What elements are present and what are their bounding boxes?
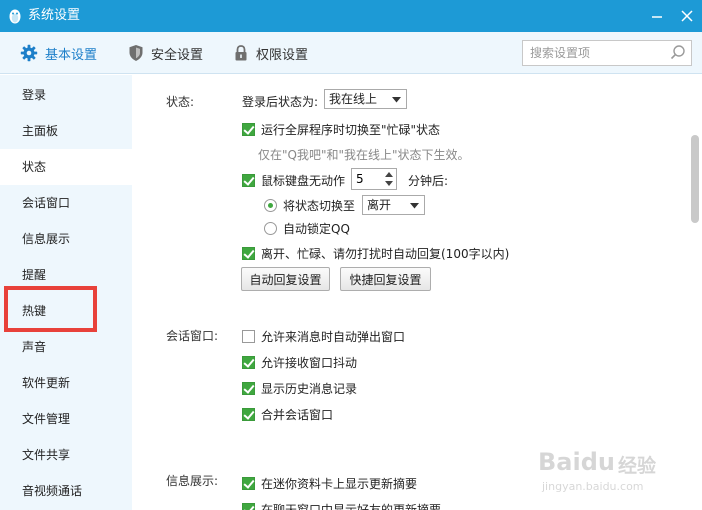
sidebar-item-reminder[interactable]: 提醒	[0, 257, 132, 293]
close-button[interactable]	[672, 0, 702, 32]
auto-reply-checkbox[interactable]	[242, 246, 255, 260]
title-bar: 系统设置	[0, 0, 702, 32]
chevron-down-icon	[410, 203, 419, 209]
tab-security-settings[interactable]: 安全设置	[128, 32, 203, 74]
sidebar-item-file-sharing[interactable]: 文件共享	[0, 437, 132, 473]
switch-status-value: 离开	[367, 198, 392, 212]
switch-status-select[interactable]: 离开	[362, 195, 425, 215]
sidebar-item-main-panel[interactable]: 主面板	[0, 113, 132, 149]
sidebar-item-software-update[interactable]: 软件更新	[0, 365, 132, 401]
section-label-info-display: 信息展示:	[166, 474, 219, 488]
minimize-button[interactable]	[642, 0, 672, 32]
tab-basic-settings-label: 基本设置	[45, 47, 98, 63]
stepper-up-icon[interactable]	[384, 170, 394, 179]
auto-lock-label: 自动锁定QQ	[283, 221, 350, 236]
auto-reply-label: 离开、忙碌、请勿打扰时自动回复(100字以内)	[261, 246, 510, 261]
login-status-label: 登录后状态为:	[242, 95, 319, 109]
fullscreen-busy-hint: 仅在"Q我吧"和"我在线上"状态下生效。	[258, 148, 470, 162]
switch-status-radio-row[interactable]: 将状态切换至	[264, 196, 355, 214]
show-history-label: 显示历史消息记录	[261, 381, 358, 396]
auto-popup-label: 允许来消息时自动弹出窗口	[261, 329, 406, 344]
section-label-status: 状态:	[166, 95, 195, 109]
merge-windows-label: 合并会话窗口	[261, 407, 334, 422]
window-shake-checkbox-row[interactable]: 允许接收窗口抖动	[242, 353, 357, 371]
tab-permission-settings[interactable]: 权限设置	[233, 32, 308, 74]
chat-friend-summary-checkbox-row[interactable]: 在聊天窗口中显示好友的更新摘要	[242, 500, 441, 510]
idle-minutes-input[interactable]	[352, 169, 382, 189]
minimize-icon	[652, 16, 662, 18]
idle-checkbox-row[interactable]: 鼠标键盘无动作	[242, 171, 345, 189]
merge-windows-checkbox-row[interactable]: 合并会话窗口	[242, 405, 333, 423]
sidebar-item-sound[interactable]: 声音	[0, 329, 132, 365]
gear-icon	[20, 44, 38, 62]
auto-lock-radio[interactable]	[264, 221, 277, 235]
auto-reply-checkbox-row[interactable]: 离开、忙碌、请勿打扰时自动回复(100字以内)	[242, 244, 509, 262]
chat-friend-summary-label: 在聊天窗口中显示好友的更新摘要	[261, 502, 442, 510]
auto-popup-checkbox-row[interactable]: 允许来消息时自动弹出窗口	[242, 327, 405, 345]
auto-popup-checkbox[interactable]	[242, 329, 255, 343]
auto-lock-radio-row[interactable]: 自动锁定QQ	[264, 219, 350, 237]
window-shake-checkbox[interactable]	[242, 355, 255, 369]
mini-card-summary-checkbox-row[interactable]: 在迷你资料卡上显示更新摘要	[242, 474, 417, 492]
fullscreen-busy-label: 运行全屏程序时切换至"忙碌"状态	[261, 122, 441, 137]
sidebar-item-info-display[interactable]: 信息展示	[0, 221, 132, 257]
quick-reply-settings-button[interactable]: 快捷回复设置	[340, 267, 431, 291]
window-shake-label: 允许接收窗口抖动	[261, 355, 358, 370]
sidebar-item-hotkeys[interactable]: 热键	[0, 293, 132, 329]
fullscreen-busy-checkbox-row[interactable]: 运行全屏程序时切换至"忙碌"状态	[242, 120, 440, 138]
switch-status-label: 将状态切换至	[283, 198, 356, 213]
auto-reply-settings-button[interactable]: 自动回复设置	[241, 267, 330, 291]
sidebar-item-chat-window[interactable]: 会话窗口	[0, 185, 132, 221]
chat-friend-summary-checkbox[interactable]	[242, 502, 255, 510]
scrollbar-thumb[interactable]	[691, 135, 699, 223]
settings-search-box	[522, 40, 692, 66]
chevron-down-icon	[392, 97, 401, 103]
lock-icon	[235, 45, 247, 61]
sidebar-item-file-management[interactable]: 文件管理	[0, 401, 132, 437]
qq-penguin-icon	[9, 9, 21, 24]
merge-windows-checkbox[interactable]	[242, 407, 255, 421]
sidebar-item-av-call[interactable]: 音视频通话	[0, 473, 132, 509]
idle-minutes-suffix: 分钟后:	[408, 174, 449, 188]
tab-security-settings-label: 安全设置	[151, 47, 204, 63]
content-scrollbar[interactable]	[688, 75, 702, 510]
show-history-checkbox-row[interactable]: 显示历史消息记录	[242, 379, 357, 397]
idle-label: 鼠标键盘无动作	[261, 173, 346, 188]
tab-permission-settings-label: 权限设置	[256, 47, 309, 63]
settings-content: 状态: 登录后状态为: 我在线上 运行全屏程序时切换至"忙碌"状态 仅在"Q我吧…	[132, 75, 702, 510]
section-label-chat-window: 会话窗口:	[166, 329, 219, 343]
login-status-value: 我在线上	[329, 92, 378, 106]
show-history-checkbox[interactable]	[242, 381, 255, 395]
sidebar-item-login[interactable]: 登录	[0, 77, 132, 113]
tab-basic-settings[interactable]: 基本设置	[20, 32, 97, 74]
switch-status-radio[interactable]	[264, 198, 277, 212]
search-icon[interactable]	[669, 44, 687, 62]
sidebar-item-status[interactable]: 状态	[0, 149, 132, 185]
idle-minutes-stepper	[351, 168, 397, 190]
shield-icon	[129, 45, 143, 61]
mini-card-summary-label: 在迷你资料卡上显示更新摘要	[261, 476, 418, 491]
mini-card-summary-checkbox[interactable]	[242, 476, 255, 490]
settings-sidebar: 登录 主面板 状态 会话窗口 信息展示 提醒 热键 声音 软件更新 文件管理 文…	[0, 75, 132, 510]
settings-search-input[interactable]	[523, 41, 663, 65]
fullscreen-busy-checkbox[interactable]	[242, 122, 255, 136]
window-title: 系统设置	[28, 8, 81, 23]
stepper-down-icon[interactable]	[384, 179, 394, 188]
close-icon	[681, 10, 693, 22]
idle-checkbox[interactable]	[242, 173, 255, 187]
login-status-select[interactable]: 我在线上	[324, 89, 407, 109]
